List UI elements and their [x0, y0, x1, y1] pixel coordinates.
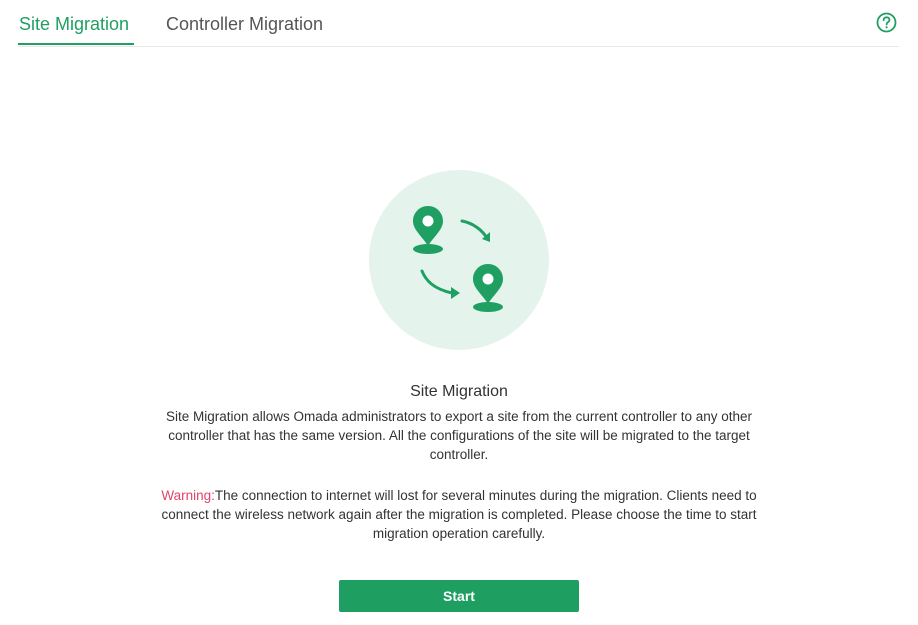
help-circle-icon[interactable]: [876, 12, 897, 33]
warning-label: Warning:: [161, 488, 215, 503]
migration-description-section: Site Migration Site Migration allows Oma…: [150, 381, 768, 543]
active-tab-indicator: [18, 43, 134, 45]
start-button[interactable]: Start: [339, 580, 579, 612]
tab-site-migration[interactable]: Site Migration: [19, 12, 129, 36]
description-text: Site Migration allows Omada administrato…: [165, 409, 752, 462]
section-title: Site Migration: [410, 383, 508, 400]
site-migration-page: Site Migration Controller Migration Site…: [0, 0, 918, 625]
tab-bar: Site Migration Controller Migration: [18, 0, 899, 47]
tab-controller-migration[interactable]: Controller Migration: [166, 12, 323, 36]
site-migration-illustration-icon: [369, 170, 549, 350]
warning-text: The connection to internet will lost for…: [161, 488, 757, 541]
warning-message: Warning:The connection to internet will …: [150, 486, 768, 543]
